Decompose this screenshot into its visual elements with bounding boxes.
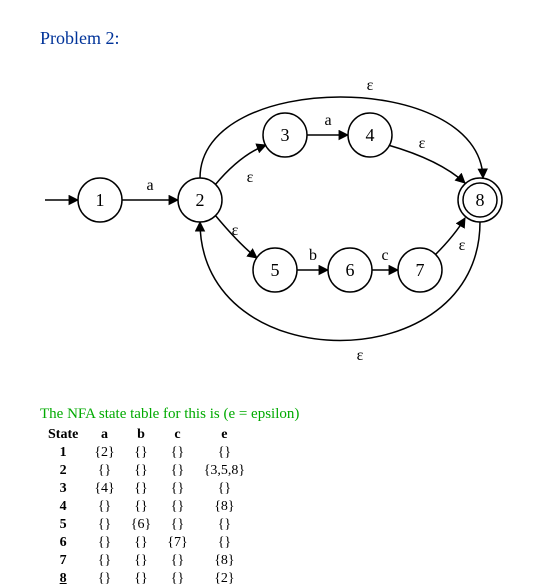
state-5: 5 [253,248,297,292]
svg-text:7: 7 [416,260,425,280]
table-row: 7{}{}{}{8} [40,552,253,570]
state-7: 7 [398,248,442,292]
th-a: a [86,426,122,444]
svg-text:5: 5 [271,260,280,280]
table-header-row: State a b c e [40,426,253,444]
edge-label-6-7: c [381,247,388,264]
edge-label-1-2: a [146,177,153,194]
svg-text:6: 6 [346,260,355,280]
state-4: 4 [348,113,392,157]
table-row: 4{}{}{}{8} [40,498,253,516]
page: Problem 2: a ε ε a ε b c ε [0,0,542,558]
problem-title: Problem 2: [40,28,120,49]
th-e: e [196,426,253,444]
table-row: 5{}{6}{}{} [40,516,253,534]
svg-text:1: 1 [96,190,105,210]
edge-label-2-5: ε [232,222,239,239]
state-8: 8 [458,178,502,222]
state-3: 3 [263,113,307,157]
svg-text:8: 8 [476,190,485,210]
svg-text:2: 2 [196,190,205,210]
th-b: b [123,426,159,444]
table-row: 3{4}{}{}{} [40,480,253,498]
th-state: State [40,426,86,444]
nfa-diagram: a ε ε a ε b c ε ε ε 1 2 3 4 5 6 7 [30,60,530,390]
edge-label-8-2: ε [357,347,364,364]
table-row: 6{}{}{7}{} [40,534,253,552]
edge-2-3 [215,145,266,185]
edge-label-2-3: ε [247,169,254,186]
edge-label-4-8: ε [419,135,426,152]
th-c: c [159,426,195,444]
edge-label-5-6: b [309,247,317,264]
state-1: 1 [78,178,122,222]
table-caption: The NFA state table for this is (e = eps… [40,406,299,423]
nfa-state-table: State a b c e 1{2}{}{}{} 2{}{}{}{3,5,8} … [40,426,253,588]
edge-label-7-8: ε [459,237,466,254]
edge-4-8 [388,145,465,183]
table-row: 8{}{}{}{2} [40,570,253,588]
edge-label-2-8: ε [367,77,374,94]
state-6: 6 [328,248,372,292]
table-row: 1{2}{}{}{} [40,444,253,462]
svg-text:3: 3 [281,125,290,145]
svg-text:4: 4 [366,125,375,145]
edge-label-3-4: a [324,112,331,129]
table-row: 2{}{}{}{3,5,8} [40,462,253,480]
state-2: 2 [178,178,222,222]
